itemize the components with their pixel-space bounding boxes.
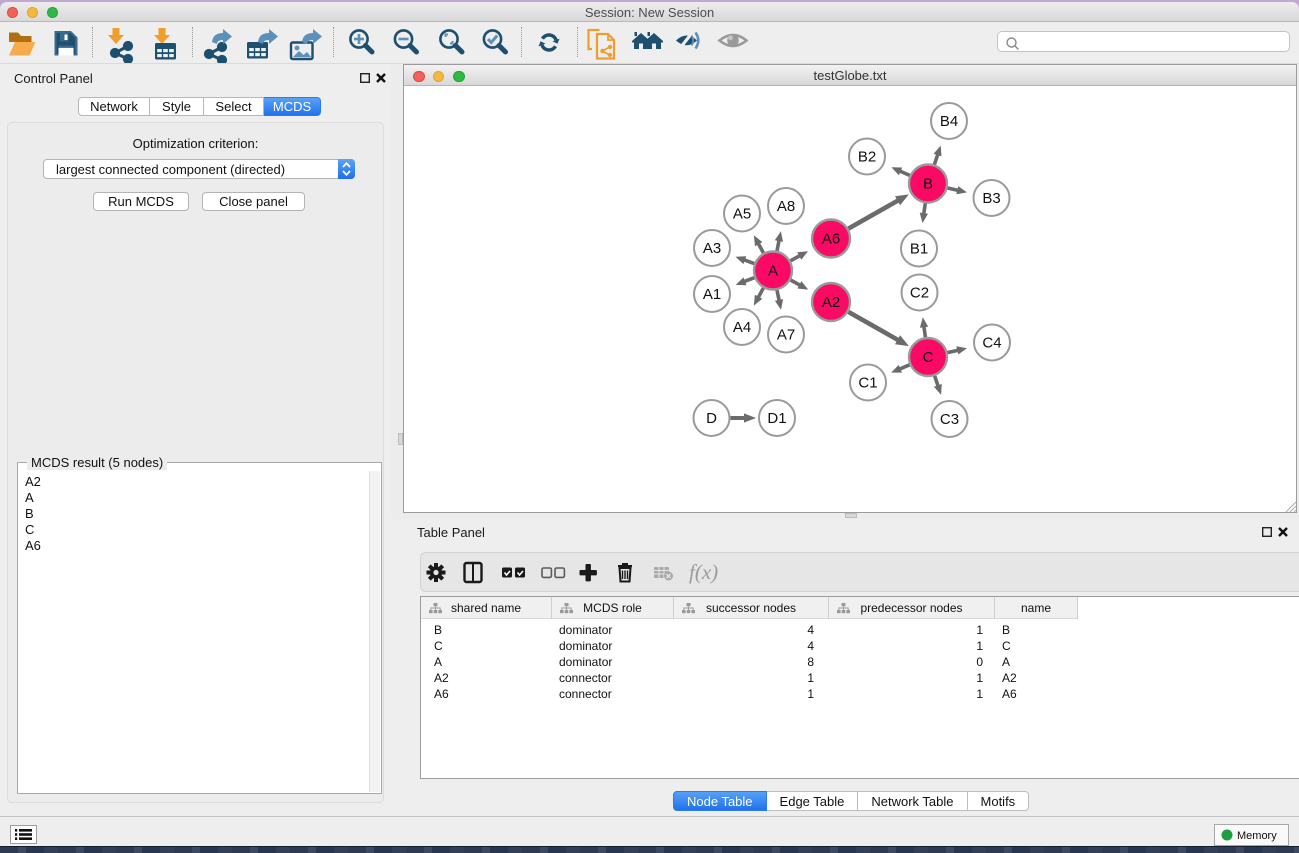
svg-text:A5: A5 [733, 206, 751, 223]
svg-text:B1: B1 [910, 241, 928, 258]
svg-text:C2: C2 [910, 285, 929, 302]
svg-text:A6: A6 [822, 231, 840, 248]
svg-text:A1: A1 [703, 286, 721, 303]
svg-text:B4: B4 [940, 113, 958, 130]
svg-text:Memory: Memory [1237, 830, 1277, 842]
svg-text:A8: A8 [777, 198, 795, 215]
svg-text:D1: D1 [767, 410, 786, 427]
svg-text:C3: C3 [940, 411, 959, 428]
svg-text:A7: A7 [777, 327, 795, 344]
svg-text:C4: C4 [982, 335, 1001, 352]
svg-text:f(x): f(x) [689, 560, 718, 584]
svg-text:B: B [923, 176, 933, 193]
svg-text:C1: C1 [858, 375, 877, 392]
svg-text:A3: A3 [703, 240, 721, 257]
svg-text:D: D [706, 410, 717, 427]
svg-text:A: A [768, 263, 778, 280]
svg-text:B3: B3 [982, 190, 1000, 207]
svg-text:A4: A4 [733, 319, 751, 336]
svg-text:B2: B2 [858, 149, 876, 166]
svg-text:A2: A2 [822, 294, 840, 311]
svg-text:C: C [923, 349, 934, 366]
